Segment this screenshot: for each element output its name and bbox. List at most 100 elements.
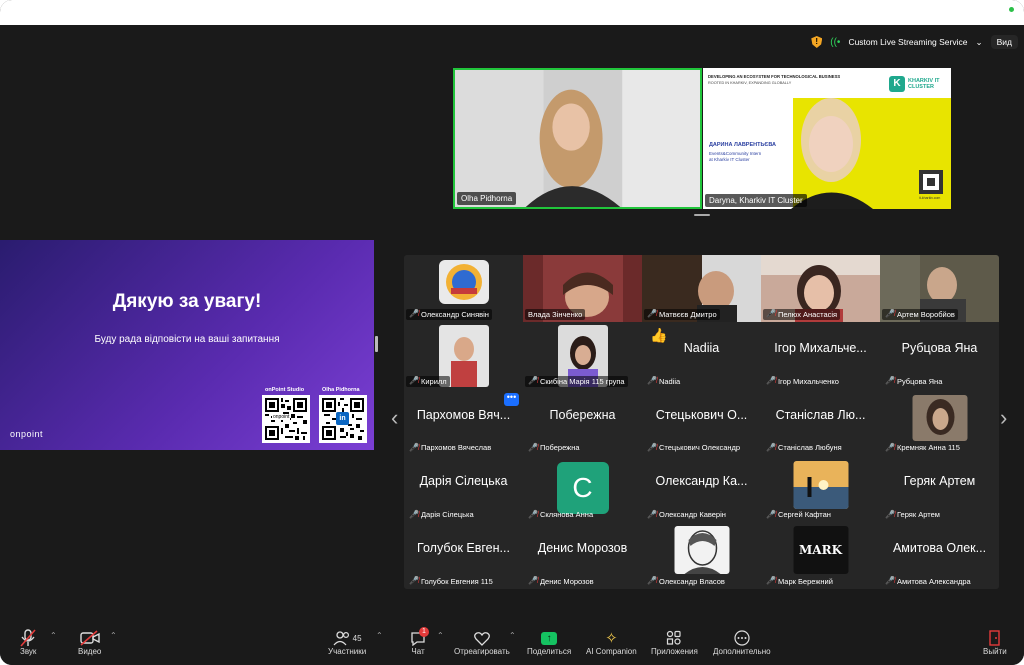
kharkiv-logo: K KHARKIV IT CLUSTER xyxy=(889,76,950,92)
participant-initial-avatar: C xyxy=(556,462,609,515)
onpoint-logo: onpoint xyxy=(10,429,44,439)
audio-button[interactable]: Звук xyxy=(20,629,36,656)
leave-button[interactable]: Выйти xyxy=(983,629,1007,656)
share-button[interactable]: ↑ Поделиться xyxy=(527,629,571,656)
participant-label: 🎤̸ Олександр Синявін xyxy=(406,308,492,320)
apps-button[interactable]: Приложения xyxy=(651,629,698,656)
participant-label: 🎤̸ Денис Морозов xyxy=(528,576,594,586)
video-name-tag: Olha Pidhorna xyxy=(457,192,517,205)
security-shield-icon[interactable]: ! xyxy=(811,36,823,48)
participant-display-name: Ігор Михальче... xyxy=(774,340,867,355)
participant-tile[interactable]: 🎤̸ Артем Воробйов xyxy=(880,255,999,322)
participant-tile[interactable]: Денис Морозов 🎤̸ Денис Морозов xyxy=(523,522,642,589)
leave-door-icon xyxy=(988,629,1002,647)
mark-logo-text: MARK xyxy=(799,543,842,558)
participants-icon: 45 xyxy=(333,629,362,647)
participant-tile[interactable]: 🎤̸ Матвєєв Дмитро xyxy=(642,255,761,322)
participant-tile[interactable]: Геряк Артем 🎤̸ Геряк Артем xyxy=(880,455,999,523)
more-options-icon[interactable]: ••• xyxy=(504,392,519,406)
mic-muted-icon: 🎤̸ xyxy=(766,442,776,452)
participant-display-name: Геряк Артем xyxy=(903,474,976,489)
heart-icon xyxy=(473,629,490,647)
participant-tile[interactable]: ••• Пархомов Вяч... 🎤̸ Пархомов Вячеслав xyxy=(404,388,523,456)
video-tile-daryna[interactable]: DEVELOPING AN ECOSYSTEM FOR TECHNOLOGICA… xyxy=(703,68,951,209)
participant-tile[interactable]: Побережна 🎤̸ Побережна xyxy=(523,388,642,456)
participant-tile[interactable]: Влада Зінченко xyxy=(523,255,642,322)
participant-tile[interactable]: MARK 🎤̸ Марк Бережний xyxy=(761,522,880,589)
meeting-area: ! ((• Custom Live Streaming Service ⌄ Ви… xyxy=(0,25,1024,613)
react-button[interactable]: Отреагировать xyxy=(454,629,510,656)
qr1-logo: onpoint xyxy=(272,414,291,420)
chevron-up-icon[interactable]: ⌃ xyxy=(110,631,117,640)
mic-muted-icon: 🎤̸ xyxy=(885,576,895,586)
split-divider-handle[interactable] xyxy=(375,336,378,352)
participant-tile[interactable]: Ігор Михальче... 🎤̸ Ігор Михальченко xyxy=(761,321,880,389)
mic-muted-icon: 🎤̸ xyxy=(885,376,895,386)
video-button[interactable]: Видео xyxy=(78,629,101,656)
streaming-label[interactable]: Custom Live Streaming Service xyxy=(848,37,967,47)
participant-display-name: Станіслав Лю... xyxy=(775,407,866,422)
view-button[interactable]: Вид xyxy=(990,35,1018,49)
participant-tile[interactable]: 👍 Nadiia 🎤̸ Nadiia xyxy=(642,321,761,389)
participant-display-name: Пархомов Вяч... xyxy=(416,407,511,422)
participant-label: 🎤̸ Скибіна Марія 115 група xyxy=(525,375,628,387)
camera-off-icon xyxy=(79,629,100,647)
chat-badge: 1 xyxy=(419,627,429,637)
chevron-down-icon[interactable]: ⌄ xyxy=(975,37,982,48)
participant-label: 🎤̸ Nadiia xyxy=(647,376,681,386)
video-label: Видео xyxy=(78,647,102,656)
participant-tile[interactable]: 🎤̸ Кремняк Анна 115 xyxy=(880,388,999,456)
gallery-next-arrow-icon[interactable]: › xyxy=(1000,405,1007,431)
mic-muted-icon: 🎤̸ xyxy=(528,509,538,519)
video-tile-speaker[interactable]: Olha Pidhorna xyxy=(453,68,702,209)
participant-label: 🎤̸ Стецькович Олександр xyxy=(647,442,741,453)
mic-muted-icon: 🎤̸ xyxy=(766,576,776,586)
participant-tile[interactable]: 🎤̸ Скибіна Марія 115 група xyxy=(523,321,642,389)
participant-label: 🎤̸ Матвєєв Дмитро xyxy=(644,308,720,320)
participant-tile[interactable]: Голубок Евген... 🎤̸ Голубок Евгения 115 xyxy=(404,522,523,589)
chevron-up-icon[interactable]: ⌃ xyxy=(50,631,57,640)
participant-tile[interactable]: 🎤̸ Олександр Синявін xyxy=(404,255,523,322)
participant-label: 🎤̸ Дарія Сілецька xyxy=(409,509,474,520)
participant-tile[interactable]: 🎤̸ Пелюх Анастасія xyxy=(761,255,880,322)
mic-muted-icon: 🎤̸ xyxy=(647,509,657,519)
slide-subheading: ROOTED IN KHARKIV, EXPANDING GLOBALLY xyxy=(708,81,792,85)
mic-muted-icon: 🎤̸ xyxy=(766,309,776,319)
chevron-up-icon[interactable]: ⌃ xyxy=(376,631,383,640)
ai-companion-button[interactable]: ✧ AI Companion xyxy=(586,629,637,656)
participant-tile[interactable]: Станіслав Лю... 🎤̸ Станіслав Любуня xyxy=(761,388,880,456)
participant-label: 🎤̸ Голубок Евгения 115 xyxy=(409,576,493,586)
chat-button[interactable]: 1 Чат xyxy=(410,627,429,656)
mic-muted-icon: 🎤̸ xyxy=(409,442,419,452)
participants-count: 45 xyxy=(352,633,362,643)
participant-tile[interactable]: 🎤̸ Сергей Кафтан xyxy=(761,455,880,523)
participant-tile[interactable]: Дарія Сілецька 🎤̸ Дарія Сілецька xyxy=(404,455,523,523)
video-strip-handle[interactable] xyxy=(694,214,710,216)
participant-display-name: Амитова Олек... xyxy=(892,541,987,556)
apps-icon xyxy=(666,629,682,647)
participant-tile[interactable]: Стецькович О... 🎤̸ Стецькович Олександр xyxy=(642,388,761,456)
gallery-prev-arrow-icon[interactable]: ‹ xyxy=(391,405,398,431)
participant-tile[interactable]: 🎤̸ Олександр Власов xyxy=(642,522,761,589)
participant-label: 🎤̸ Побережна xyxy=(528,442,580,453)
more-button[interactable]: Дополнительно xyxy=(713,629,771,656)
shared-screen[interactable]: Дякую за увагу! Буду рада відповісти на … xyxy=(0,240,374,450)
linkedin-icon: in xyxy=(336,412,349,425)
slide-person-name: ДАРИНА ЛАВРЕНТЬЄВА xyxy=(709,142,776,148)
participant-tile[interactable]: Олександр Ка... 🎤̸ Олександр Каверін xyxy=(642,455,761,523)
participant-tile[interactable]: Амитова Олек... 🎤̸ Амитова Александра xyxy=(880,522,999,589)
mic-muted-icon: 🎤̸ xyxy=(528,442,538,452)
participant-tile[interactable]: 🎤̸ Кирилл xyxy=(404,321,523,389)
participant-label: 🎤̸ Амитова Александра xyxy=(885,576,971,586)
participant-label: 🎤̸ Кремняк Анна 115 xyxy=(885,442,960,453)
chat-label: Чат xyxy=(411,647,425,656)
chevron-up-icon[interactable]: ⌃ xyxy=(437,631,444,640)
qr2-label: Olha Pidhorna xyxy=(322,387,360,393)
chevron-up-icon[interactable]: ⌃ xyxy=(509,631,516,640)
participant-tile[interactable]: C 🎤̸ Склянова Анна xyxy=(523,455,642,523)
mic-muted-icon: 🎤̸ xyxy=(647,442,657,452)
participant-tile[interactable]: Рубцова Яна 🎤̸ Рубцова Яна xyxy=(880,321,999,389)
participants-button[interactable]: 45 Участники xyxy=(328,629,366,656)
slide-subtitle: Буду рада відповісти на ваші запитання xyxy=(94,334,280,345)
speaker-video xyxy=(455,70,700,207)
